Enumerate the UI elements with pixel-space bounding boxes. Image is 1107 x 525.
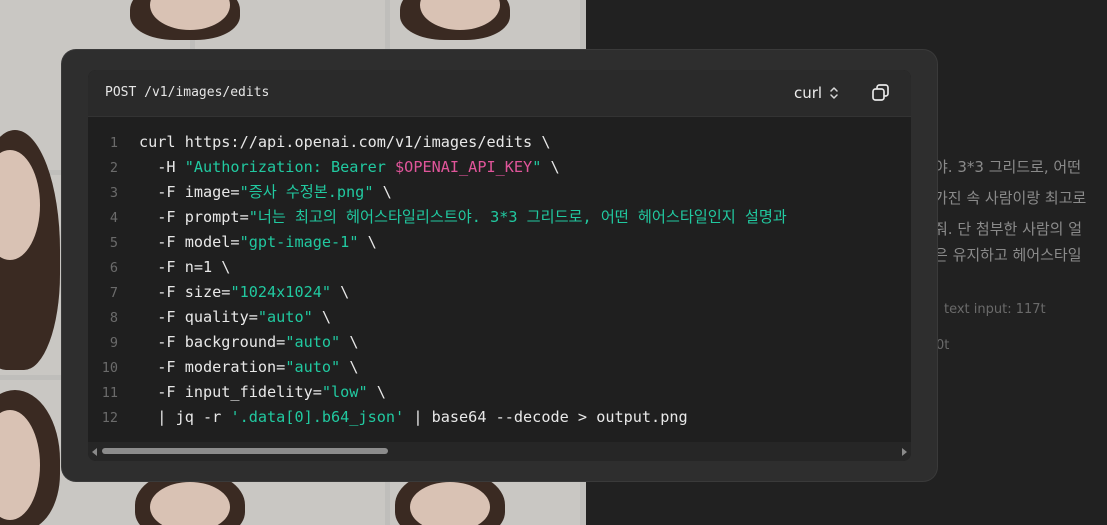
code-token: \ (373, 183, 392, 201)
code-line: 4 -F prompt="너는 최고의 헤어스타일리스트야. 3*3 그리드로,… (88, 205, 911, 230)
code-token: | base64 --decode > output.png (404, 408, 688, 426)
code-token: "너는 최고의 헤어스타일리스트야. 3*3 그리드로, 어떤 헤어스타일인지 … (248, 208, 787, 226)
code-line: 1 curl https://api.openai.com/v1/images/e… (88, 130, 911, 155)
code-token: $OPENAI_API_KEY (395, 158, 533, 176)
code-text: curl https://api.openai.com/v1/images/ed… (139, 130, 550, 155)
code-token: -F background= (139, 333, 286, 351)
code-token: "low" (321, 383, 368, 401)
scroll-right-arrow-icon[interactable] (902, 448, 907, 456)
code-token: \ (312, 308, 332, 326)
line-number: 1 (109, 135, 118, 151)
line-number: 11 (101, 385, 118, 401)
line-number: 2 (109, 160, 118, 176)
code-token: '.data[0].b64_json' (230, 408, 405, 426)
line-number: 3 (109, 185, 118, 201)
code-token: \ (367, 383, 386, 401)
code-text: -F n=1 \ (139, 255, 230, 280)
code-card: POST /v1/images/edits curl 1 curl https:/… (88, 70, 911, 461)
background-meta-text: 0t (936, 338, 950, 353)
scroll-left-arrow-icon[interactable] (92, 448, 97, 456)
code-token: "증사 수정본.png" (239, 183, 374, 201)
endpoint-label: POST /v1/images/edits (105, 85, 270, 100)
code-token: -F input_fidelity= (139, 383, 322, 401)
code-token: -F size= (139, 283, 231, 301)
code-token: \ (331, 283, 350, 301)
code-line: 11 -F input_fidelity="low" \ (88, 380, 911, 405)
horizontal-scrollbar[interactable] (88, 442, 911, 461)
code-token: \ (358, 233, 377, 251)
code-line: 3 -F image="증사 수정본.png" \ (88, 180, 911, 205)
code-token: | jq -r (139, 408, 231, 426)
portrait-face (410, 482, 490, 525)
code-line: 5 -F model="gpt-image-1" \ (88, 230, 911, 255)
background-prompt-text: 은 유지하고 헤어스타일 (934, 246, 1082, 264)
code-token: -F prompt= (139, 208, 249, 226)
code-token: "auto" (257, 308, 313, 326)
code-line: 7 -F size="1024x1024" \ (88, 280, 911, 305)
background-prompt-text: 가진 속 사람이랑 최고로 (934, 189, 1087, 207)
code-token: \ (340, 333, 359, 351)
code-token: \ (340, 358, 359, 376)
code-line: 9 -F background="auto" \ (88, 330, 911, 355)
code-block[interactable]: 1 curl https://api.openai.com/v1/images/e… (88, 130, 911, 440)
background-meta-text: text input: 117t (944, 302, 1046, 317)
code-token: " (532, 158, 542, 176)
language-select-value: curl (794, 84, 823, 102)
language-select[interactable]: curl (794, 82, 840, 104)
code-token: -F image= (139, 183, 240, 201)
code-text: -H "Authorization: Bearer $OPENAI_API_KE… (139, 155, 560, 180)
code-line: 2 -H "Authorization: Bearer $OPENAI_API_… (88, 155, 911, 180)
line-number: 12 (101, 410, 118, 426)
line-number: 7 (109, 285, 118, 301)
code-text: -F background="auto" \ (139, 330, 358, 355)
code-text: -F quality="auto" \ (139, 305, 331, 330)
code-text: -F size="1024x1024" \ (139, 280, 349, 305)
code-token: "Authorization: Bearer (184, 158, 396, 176)
line-number: 9 (109, 335, 118, 351)
code-text: -F moderation="auto" \ (139, 355, 358, 380)
code-token: "gpt-image-1" (239, 233, 359, 251)
code-text: -F prompt="너는 최고의 헤어스타일리스트야. 3*3 그리드로, 어… (139, 205, 787, 230)
code-token: -F n=1 \ (139, 258, 231, 276)
code-token: curl https://api.openai.com/v1/images/ed… (139, 133, 551, 151)
background-prompt-text: 야. 3*3 그리드로, 어떤 (934, 158, 1082, 176)
code-line: 12 | jq -r '.data[0].b64_json' | base64 … (88, 405, 911, 430)
portrait-face (150, 482, 230, 525)
line-number: 10 (101, 360, 118, 376)
code-token: "auto" (285, 333, 341, 351)
line-number: 4 (109, 210, 118, 226)
code-text: -F input_fidelity="low" \ (139, 380, 386, 405)
code-text: -F model="gpt-image-1" \ (139, 230, 377, 255)
code-card-header: POST /v1/images/edits curl (88, 70, 911, 117)
code-token: -F model= (139, 233, 240, 251)
line-number: 6 (109, 260, 118, 276)
line-number: 8 (109, 310, 118, 326)
code-line: 8 -F quality="auto" \ (88, 305, 911, 330)
code-line: 10 -F moderation="auto" \ (88, 355, 911, 380)
code-text: | jq -r '.data[0].b64_json' | base64 --d… (139, 405, 688, 430)
line-number: 5 (109, 235, 118, 251)
code-token: -F quality= (139, 308, 258, 326)
code-token: \ (541, 158, 560, 176)
code-line: 6 -F n=1 \ (88, 255, 911, 280)
chevron-up-down-icon (830, 87, 838, 99)
code-token: -F moderation= (139, 358, 286, 376)
code-token: "auto" (285, 358, 341, 376)
background-prompt-text: 줘. 단 첨부한 사람의 얼 (934, 220, 1083, 238)
copy-icon[interactable] (870, 82, 892, 104)
code-text: -F image="증사 수정본.png" \ (139, 180, 392, 205)
scrollbar-thumb[interactable] (102, 448, 388, 454)
code-token: -H (139, 158, 185, 176)
code-token: "1024x1024" (230, 283, 332, 301)
code-snippet-modal: POST /v1/images/edits curl 1 curl https:/… (62, 50, 937, 481)
